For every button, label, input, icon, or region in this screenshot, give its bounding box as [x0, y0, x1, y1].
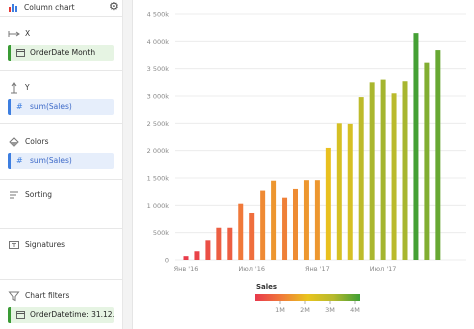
bar	[205, 240, 211, 260]
bar	[249, 212, 255, 260]
bar	[413, 33, 419, 261]
number-icon: #	[16, 156, 23, 165]
divider	[0, 123, 122, 124]
paint-bucket-icon	[9, 137, 19, 147]
divider	[0, 228, 122, 229]
bar	[402, 81, 408, 261]
y-tick-label: 2 500k	[147, 120, 170, 128]
y-tick-label: 500k	[153, 229, 169, 237]
section-x-label: X	[25, 29, 31, 38]
y-tick-label: 0	[165, 257, 169, 265]
y-tick-label: 4 500k	[147, 11, 170, 19]
y-tick-label: 1 500k	[147, 175, 170, 183]
bar	[260, 190, 266, 260]
sort-icon	[10, 191, 18, 199]
bar	[391, 93, 397, 261]
divider	[0, 179, 122, 180]
y-tick-label: 3 000k	[147, 93, 170, 101]
bar	[216, 227, 222, 260]
x-axis-ticks: Янв '16 Июл '16 Янв '17 Июл '17	[174, 265, 397, 273]
x-tick-label: Июл '16	[238, 265, 265, 273]
section-sorting-label: Sorting	[25, 190, 52, 199]
bar	[183, 256, 189, 260]
bar	[227, 227, 233, 260]
column-chart: 0 500k 1 000k 1 500k 2 000k 2 500k 3 000k 3 500…	[147, 11, 466, 314]
gear-icon[interactable]: ⚙	[109, 1, 119, 13]
calendar-icon	[16, 49, 25, 57]
chart-type-title[interactable]: Column chart	[24, 3, 75, 12]
filter-field-pill[interactable]: OrderDatetime: 31.12.20...	[8, 307, 114, 323]
legend-tick-label: 3M	[325, 306, 335, 314]
bar	[424, 62, 430, 260]
legend-tick-label: 2M	[300, 306, 310, 314]
legend-gradient	[255, 294, 360, 301]
y-axis-ticks: 0 500k 1 000k 1 500k 2 000k 2 500k 3 000k 3 500…	[147, 11, 170, 265]
bar	[282, 197, 288, 260]
x-tick-label: Июл '17	[370, 265, 397, 273]
x-axis-icon	[8, 31, 20, 37]
bar	[194, 251, 200, 260]
bar	[293, 188, 298, 260]
legend: Sales 1M 2M 3M 4M	[255, 283, 360, 314]
sidebar-header: Column chart ⚙	[0, 0, 122, 17]
x-tick-label: Янв '17	[305, 265, 330, 273]
legend-tick-label: 4M	[350, 306, 360, 314]
y-tick-label: 4 000k	[147, 38, 170, 46]
filter-icon	[8, 291, 20, 302]
section-y-label: Y	[25, 83, 30, 92]
colors-field-pill[interactable]: # sum(Sales)	[8, 153, 114, 169]
bars	[183, 33, 441, 261]
sidebar: Column chart ⚙ X OrderDate Month Y # sum…	[0, 0, 123, 329]
y-field-pill[interactable]: # sum(Sales)	[8, 99, 114, 115]
section-filters-label: Chart filters	[25, 291, 70, 300]
y-tick-label: 1 000k	[147, 202, 170, 210]
divider	[0, 70, 122, 71]
x-tick-label: Янв '16	[174, 265, 199, 273]
y-tick-label: 2 000k	[147, 147, 170, 155]
bar	[380, 79, 386, 260]
y-tick-label: 3 500k	[147, 65, 170, 73]
bar	[325, 147, 331, 260]
y-axis-icon	[11, 82, 17, 94]
divider	[0, 279, 122, 280]
bar	[314, 180, 320, 260]
column-chart-icon	[9, 4, 17, 12]
calendar-icon	[16, 311, 25, 319]
bar	[369, 82, 375, 260]
bar	[271, 180, 277, 260]
bar	[435, 50, 441, 260]
legend-title: Sales	[256, 283, 277, 291]
number-icon: #	[16, 102, 23, 111]
x-field-label: OrderDate Month	[30, 48, 96, 57]
sidebar-scrollbar[interactable]	[123, 0, 133, 329]
gridlines	[175, 13, 466, 261]
legend-tick-label: 1M	[275, 306, 285, 314]
y-field-label: sum(Sales)	[30, 102, 72, 111]
bar	[336, 123, 342, 260]
filter-field-label: OrderDatetime: 31.12.20...	[30, 310, 114, 319]
bar	[358, 97, 364, 261]
colors-field-label: sum(Sales)	[30, 156, 72, 165]
bar	[238, 203, 244, 260]
section-signatures-label: Signatures	[25, 240, 66, 249]
section-colors-label: Colors	[25, 137, 49, 146]
bar	[303, 180, 309, 260]
bar	[347, 123, 353, 260]
x-field-pill[interactable]: OrderDate Month	[8, 45, 114, 61]
text-label-icon	[9, 241, 19, 249]
